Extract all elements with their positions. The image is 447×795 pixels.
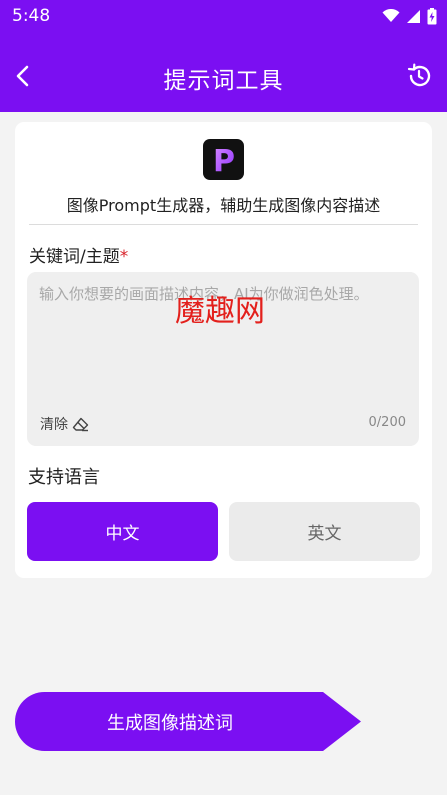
battery-charging-icon [427, 7, 437, 24]
wifi-icon [382, 9, 400, 22]
app-logo: P [203, 139, 244, 180]
tool-subtitle: 图像Prompt生成器，辅助生成图像内容描述 [66, 196, 381, 215]
prompt-card: P 图像Prompt生成器，辅助生成图像内容描述 关键词/主题* 魔趣网 清除 … [15, 122, 432, 578]
app-bar: 提示词工具 [0, 42, 447, 112]
status-icons [382, 6, 437, 26]
required-mark: * [119, 247, 129, 267]
history-icon [407, 63, 431, 87]
language-option-chinese[interactable]: 中文 [27, 502, 218, 561]
keyword-label-text: 关键词/主题 [29, 247, 120, 267]
logo-letter: P [213, 144, 235, 176]
logo-p-mark: P [213, 144, 235, 176]
char-counter: 0/200 [368, 415, 406, 430]
keyword-input[interactable] [39, 284, 405, 394]
page-title: 提示词工具 [163, 68, 284, 94]
generate-button-shape [15, 692, 361, 751]
cellular-signal-icon [407, 9, 420, 23]
history-button[interactable] [403, 60, 435, 92]
status-time: 5:48 [12, 6, 51, 26]
generate-button[interactable]: 生成图像描述词 [15, 692, 361, 751]
clear-label: 清除 [40, 417, 68, 433]
eraser-icon [72, 417, 89, 431]
top-bar: 5:48 提示词工具 [0, 0, 447, 112]
keyword-label: 关键词/主题* [29, 242, 128, 267]
language-option-english[interactable]: 英文 [229, 502, 420, 561]
language-label: 支持语言 [28, 467, 100, 488]
status-bar: 5:48 [0, 0, 447, 32]
divider [29, 224, 418, 225]
clear-button[interactable]: 清除 [40, 414, 89, 434]
keyword-input-box: 魔趣网 清除 0/200 [27, 272, 419, 446]
